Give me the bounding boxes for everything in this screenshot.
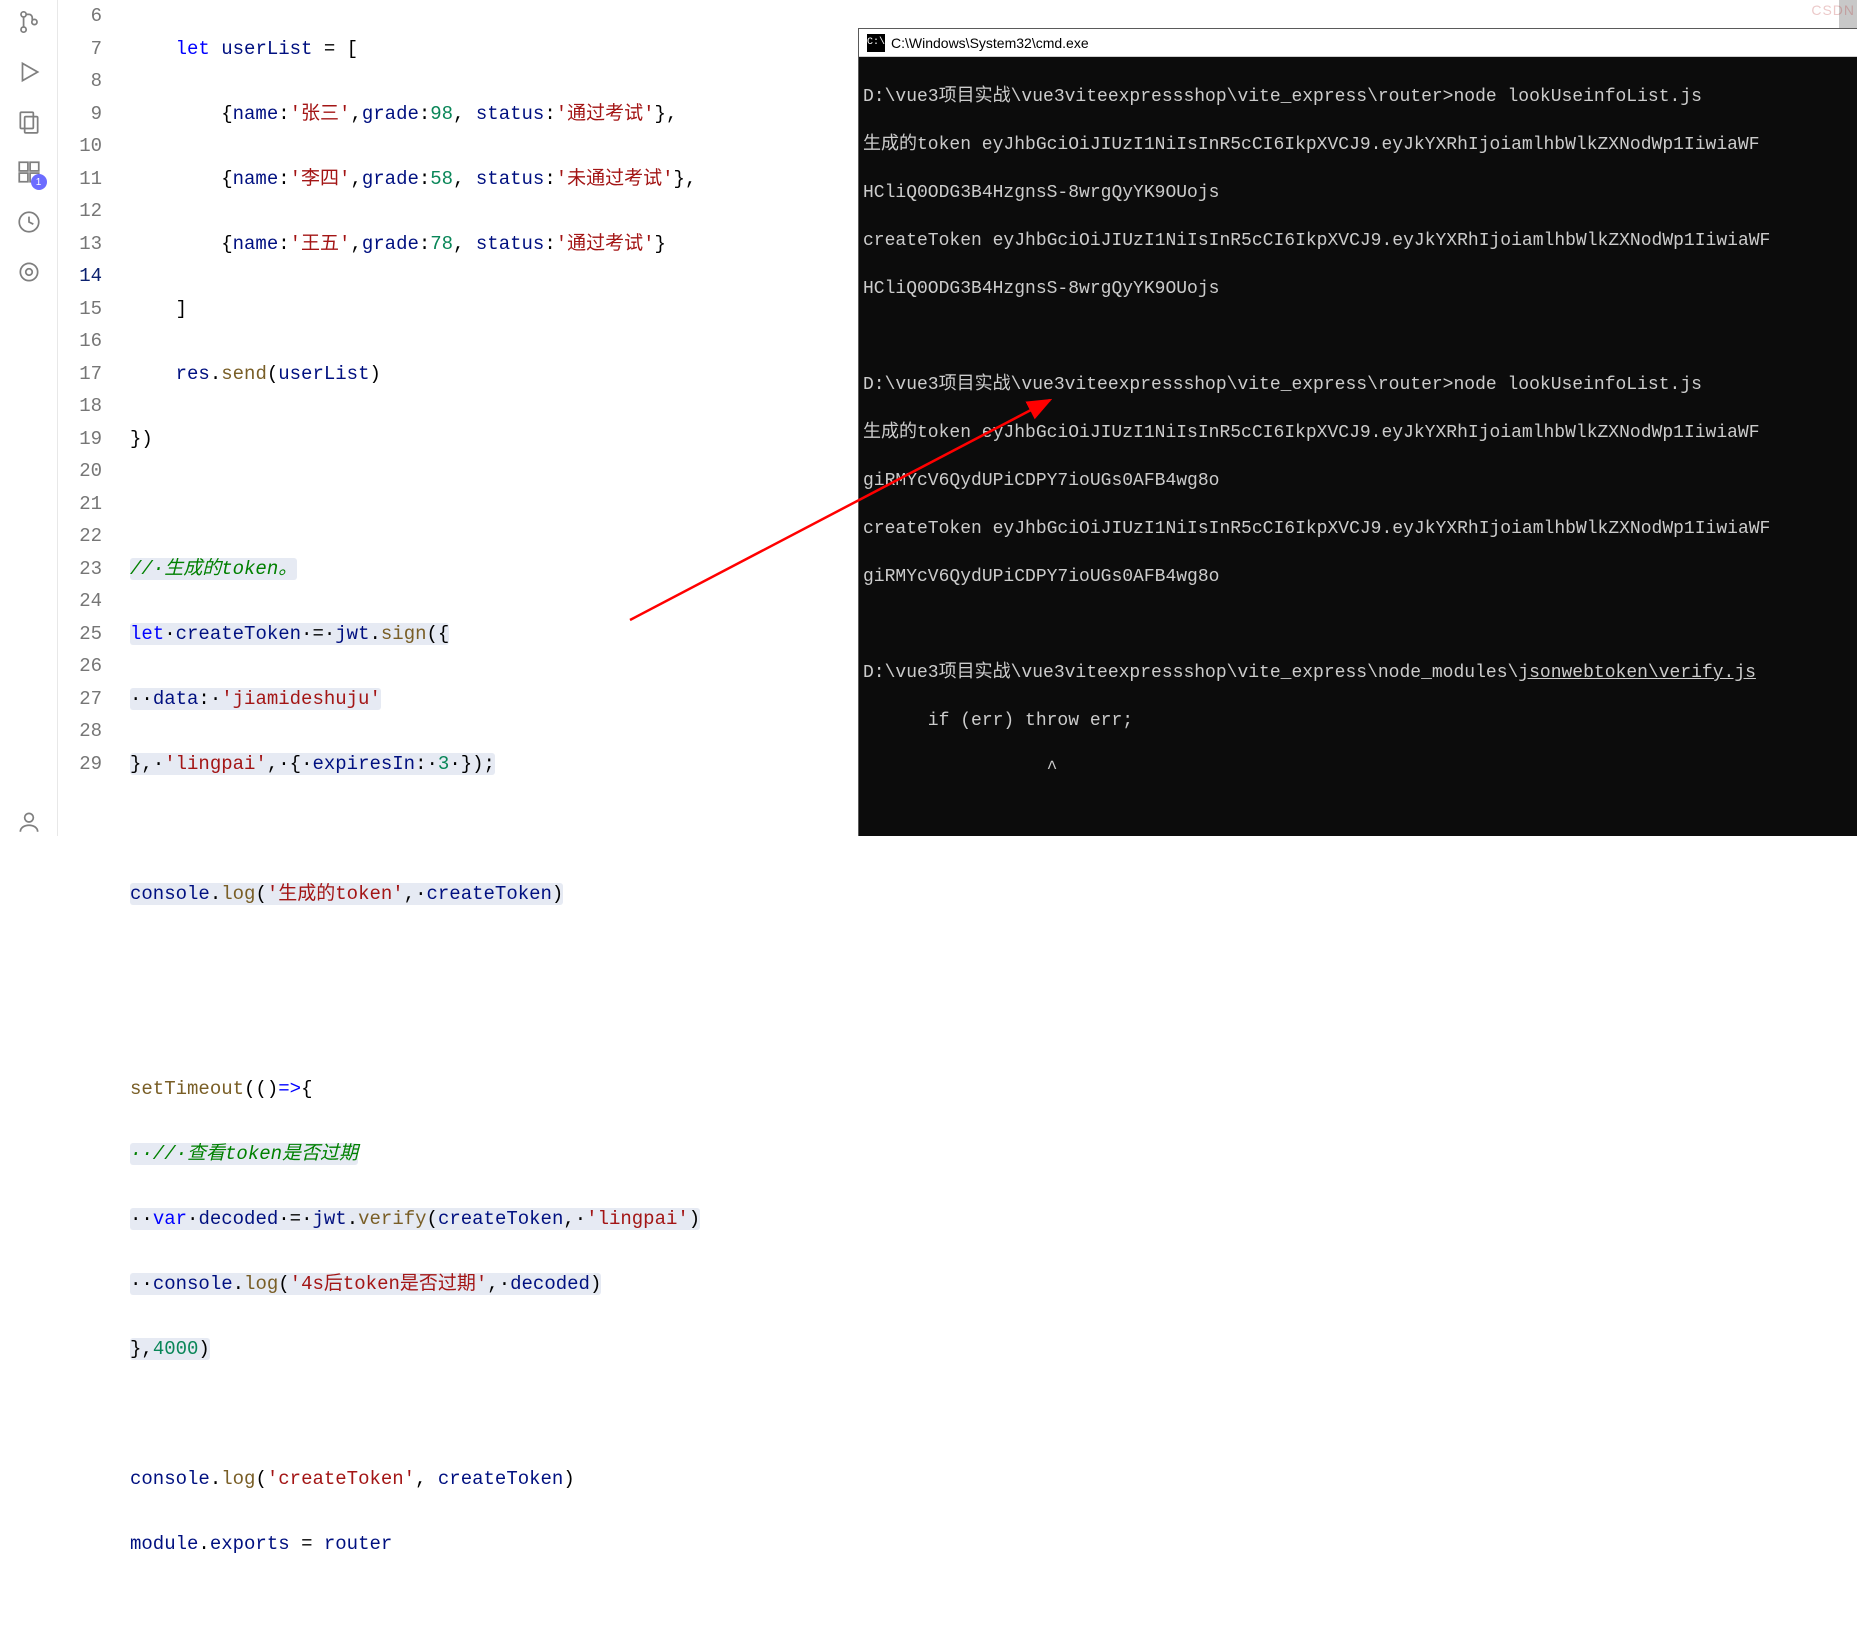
activity-bar: 1 xyxy=(0,0,58,836)
watermark: CSDN xyxy=(1811,2,1855,18)
source-control-icon[interactable] xyxy=(15,8,43,36)
terminal-titlebar[interactable]: C:\ C:\Windows\System32\cmd.exe xyxy=(859,29,1857,57)
extensions-icon[interactable]: 1 xyxy=(15,158,43,186)
cmd-icon: C:\ xyxy=(867,34,885,52)
timeline-icon[interactable] xyxy=(15,208,43,236)
run-debug-icon[interactable] xyxy=(15,58,43,86)
terminal-title: C:\Windows\System32\cmd.exe xyxy=(891,35,1089,51)
accounts-icon[interactable] xyxy=(15,808,43,836)
explorer-files-icon[interactable] xyxy=(15,108,43,136)
line-number-gutter: 6 7 8 9 10 11 12 13 14 15 16 17 18 19 20… xyxy=(58,0,130,836)
extensions-badge: 1 xyxy=(31,174,47,190)
terminal-output[interactable]: D:\vue3项目实战\vue3viteexpressshop\vite_exp… xyxy=(859,57,1857,836)
terminal-window: C:\ C:\Windows\System32\cmd.exe D:\vue3项… xyxy=(858,28,1857,836)
ai-chat-icon[interactable] xyxy=(15,258,43,286)
